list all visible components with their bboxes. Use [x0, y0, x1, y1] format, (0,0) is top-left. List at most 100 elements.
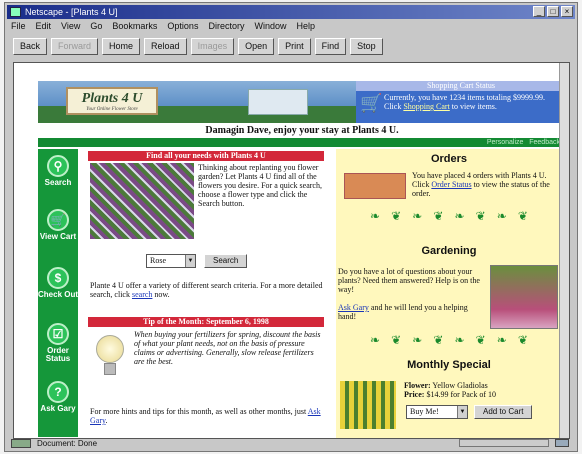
flower-name: Yellow Gladiolas — [432, 381, 488, 390]
leaf-icon: ❦ — [433, 209, 444, 223]
find-intro-text: Thinking about replanting you flower gar… — [198, 163, 322, 208]
vertical-scrollbar[interactable] — [559, 63, 569, 438]
leaf-icon: ❧ — [370, 333, 381, 347]
detailed-search-link[interactable]: search — [132, 290, 152, 299]
more-tips-text: For more hints and tips for this month, … — [90, 407, 326, 425]
status-text: Document: Done — [37, 438, 98, 448]
cart-status-title: Shopping Cart Status — [356, 81, 566, 91]
lightbulb-glass — [96, 335, 124, 363]
search-button[interactable]: Search — [204, 254, 248, 268]
price-value: $14.99 for Pack of 10 — [426, 390, 496, 399]
right-column: Orders You have placed 4 orders with Pla… — [336, 149, 562, 438]
shopping-cart-link[interactable]: Shopping Cart — [403, 102, 449, 111]
open-button[interactable]: Open — [238, 38, 275, 55]
nav-view-cart[interactable]: 🛒 View Cart — [38, 209, 78, 241]
vine-divider: ❧ ❦ ❧ ❦ ❧ ❦ ❧ ❦ — [370, 333, 528, 347]
nav-order-status[interactable]: ☑ Order Status — [38, 323, 78, 363]
minimize-icon[interactable]: _ — [533, 6, 545, 17]
browser-window: Netscape - [Plants 4 U] _ □ × File Edit … — [4, 2, 578, 452]
nav-ask-gary-label: Ask Gary — [40, 404, 76, 413]
orders-box-image — [344, 173, 406, 199]
gardening-title: Gardening — [421, 245, 477, 257]
security-key-icon — [11, 438, 31, 448]
logo-tagline: Your Online Flower Store — [86, 107, 138, 112]
find-button[interactable]: Find — [314, 38, 347, 55]
forward-button[interactable]: Forward — [51, 38, 99, 55]
question-icon: ? — [47, 381, 69, 403]
nav-ask-gary[interactable]: ? Ask Gary — [38, 381, 78, 413]
leaf-icon: ❧ — [370, 209, 381, 223]
print-button[interactable]: Print — [278, 38, 311, 55]
nav-check-out-label: Check Out — [38, 290, 79, 299]
buy-quantity-select[interactable]: Buy Me! ▼ — [406, 405, 468, 419]
logo-text: Plants 4 U — [81, 91, 143, 106]
orders-text: You have placed 4 orders with Plants 4 U… — [412, 171, 560, 198]
flower-type-value: Rose — [150, 256, 166, 265]
flower-label: Flower: — [404, 381, 431, 390]
images-button[interactable]: Images — [190, 38, 235, 55]
chevron-down-icon: ▼ — [457, 406, 467, 418]
progress-bar — [459, 439, 549, 447]
menu-directory[interactable]: Directory — [208, 20, 244, 33]
menu-file[interactable]: File — [11, 20, 26, 33]
main-column: Find all your needs with Plants 4 U Thin… — [88, 151, 328, 435]
window-controls: _ □ × — [533, 6, 573, 17]
site-banner: Plants 4 U Your Online Flower Store Shop… — [38, 81, 566, 123]
flower-type-select[interactable]: Rose ▼ — [146, 254, 196, 268]
menu-edit[interactable]: Edit — [36, 20, 52, 33]
cart-icon: 🛒 — [47, 209, 69, 231]
close-icon[interactable]: × — [561, 6, 573, 17]
leaf-icon: ❧ — [496, 333, 507, 347]
flower-garden-photo — [90, 163, 194, 239]
back-button[interactable]: Back — [13, 38, 48, 55]
nav-search-label: Search — [44, 178, 72, 187]
menu-help[interactable]: Help — [296, 20, 315, 33]
buy-row: Buy Me! ▼ Add to Cart — [406, 405, 533, 419]
menu-window[interactable]: Window — [254, 20, 286, 33]
shopping-cart-icon: 🛒 — [360, 93, 383, 113]
site-logo[interactable]: Plants 4 U Your Online Flower Store — [66, 87, 158, 115]
maximize-icon[interactable]: □ — [547, 6, 559, 17]
reload-button[interactable]: Reload — [144, 38, 187, 55]
variety-prefix: Plante 4 U offer a variety of different … — [90, 281, 323, 299]
tip-text: When buying your fertilizers for spring,… — [134, 330, 321, 366]
cart-status-text: Currently, you have 1234 items totaling … — [384, 93, 562, 111]
menu-bar: File Edit View Go Bookmarks Options Dire… — [7, 20, 575, 33]
nav-check-out[interactable]: $ Check Out — [38, 267, 78, 299]
status-bar: Document: Done — [7, 437, 575, 449]
mail-icon[interactable] — [555, 439, 569, 447]
leaf-icon: ❧ — [454, 333, 465, 347]
add-to-cart-button[interactable]: Add to Cart — [474, 405, 533, 419]
leaf-icon: ❧ — [496, 209, 507, 223]
home-button[interactable]: Home — [102, 38, 141, 55]
chevron-down-icon: ▼ — [185, 255, 195, 267]
stop-button[interactable]: Stop — [350, 38, 383, 55]
more-tips-suffix: . — [105, 416, 108, 425]
tip-section-header: Tip of the Month: September 6, 1998 — [88, 317, 324, 327]
buy-select-value: Buy Me! — [410, 407, 439, 416]
feedback-link[interactable]: Feedback — [529, 139, 560, 146]
menu-options[interactable]: Options — [167, 20, 198, 33]
leaf-icon: ❦ — [433, 333, 444, 347]
menu-bookmarks[interactable]: Bookmarks — [112, 20, 157, 33]
leaf-icon: ❦ — [391, 209, 402, 223]
leaf-icon: ❦ — [475, 333, 486, 347]
menu-go[interactable]: Go — [90, 20, 102, 33]
leaf-icon: ❦ — [517, 333, 528, 347]
left-navigation: ⚲ Search 🛒 View Cart $ Check Out ☑ Order… — [38, 149, 78, 437]
nav-order-status-label: Order Status — [45, 346, 71, 363]
personalize-link[interactable]: Personalize — [487, 139, 524, 146]
find-section-header: Find all your needs with Plants 4 U — [88, 151, 324, 161]
checkbox-icon: ☑ — [47, 323, 69, 345]
gardening-text: Do you have a lot of questions about you… — [338, 267, 486, 321]
order-status-link[interactable]: Order Status — [431, 180, 471, 189]
window-title: Netscape - [Plants 4 U] — [25, 7, 118, 17]
lightbulb-base — [104, 363, 116, 375]
leaf-icon: ❦ — [475, 209, 486, 223]
utility-bar: Personalize Feedback — [38, 138, 566, 147]
nav-search[interactable]: ⚲ Search — [38, 155, 78, 187]
gladiolas-photo — [340, 381, 396, 429]
menu-view[interactable]: View — [61, 20, 80, 33]
quick-search-row: Rose ▼ Search — [146, 254, 248, 268]
ask-gary-link[interactable]: Ask Gary — [338, 303, 369, 312]
